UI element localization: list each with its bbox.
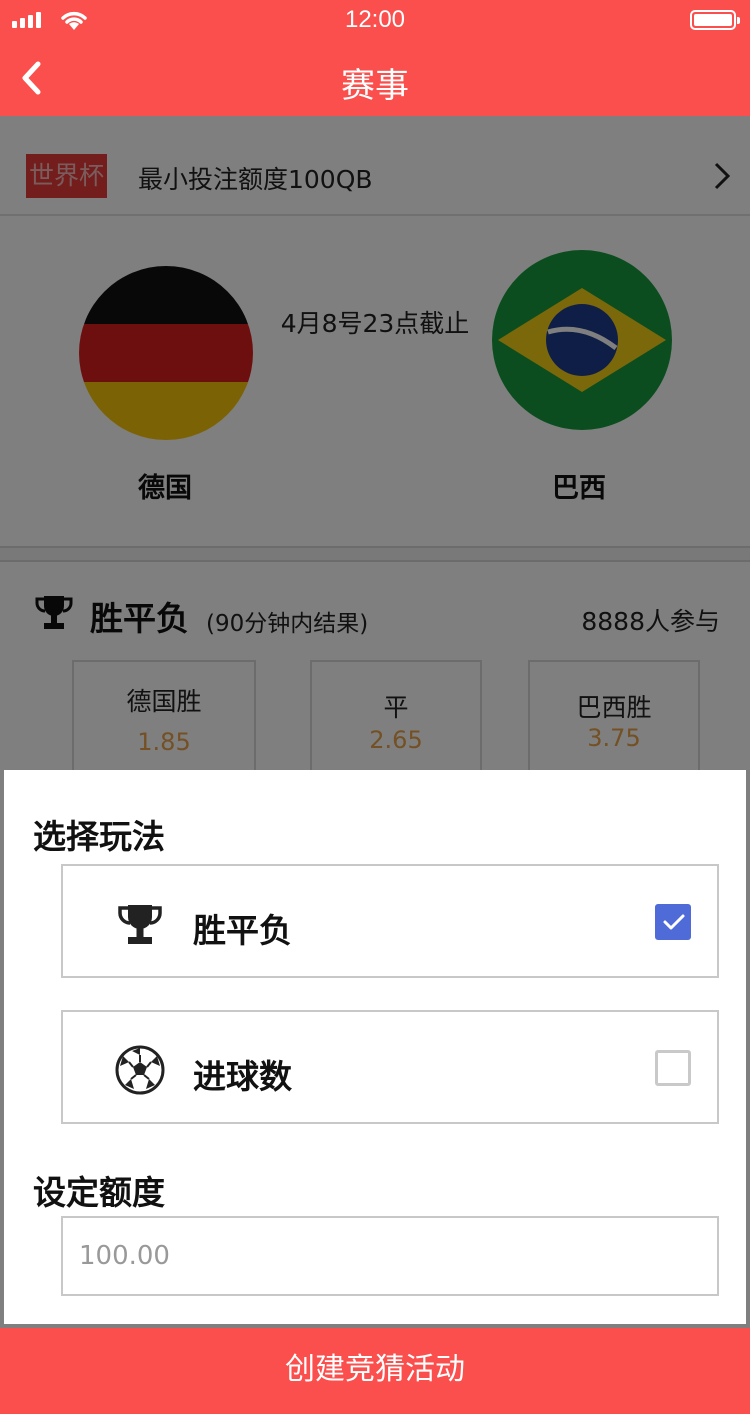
battery-icon	[690, 10, 740, 30]
option-label: 进球数	[193, 1057, 292, 1096]
option-label: 胜平负	[193, 911, 292, 950]
amount-title: 设定额度	[33, 1173, 165, 1212]
trophy-icon	[118, 905, 162, 944]
option-win-draw-lose[interactable]: 胜平负	[61, 864, 719, 978]
play-type-sheet: 选择玩法 胜平负 进球数 设定额度	[4, 770, 746, 1324]
option-checkbox-checked[interactable]	[655, 904, 691, 940]
sheet-title: 选择玩法	[33, 817, 165, 856]
create-guess-button[interactable]: 创建竞猜活动	[0, 1328, 750, 1414]
page-title: 赛事	[341, 66, 409, 106]
amount-input[interactable]	[61, 1216, 719, 1296]
checkmark-icon	[663, 914, 685, 930]
status-time: 12:00	[344, 6, 406, 33]
option-checkbox-unchecked[interactable]	[655, 1050, 691, 1086]
option-goal-count[interactable]: 进球数	[61, 1010, 719, 1124]
soccer-ball-icon	[115, 1045, 165, 1095]
status-bar: 12:00	[0, 0, 750, 40]
nav-bar: 赛事	[0, 40, 750, 116]
